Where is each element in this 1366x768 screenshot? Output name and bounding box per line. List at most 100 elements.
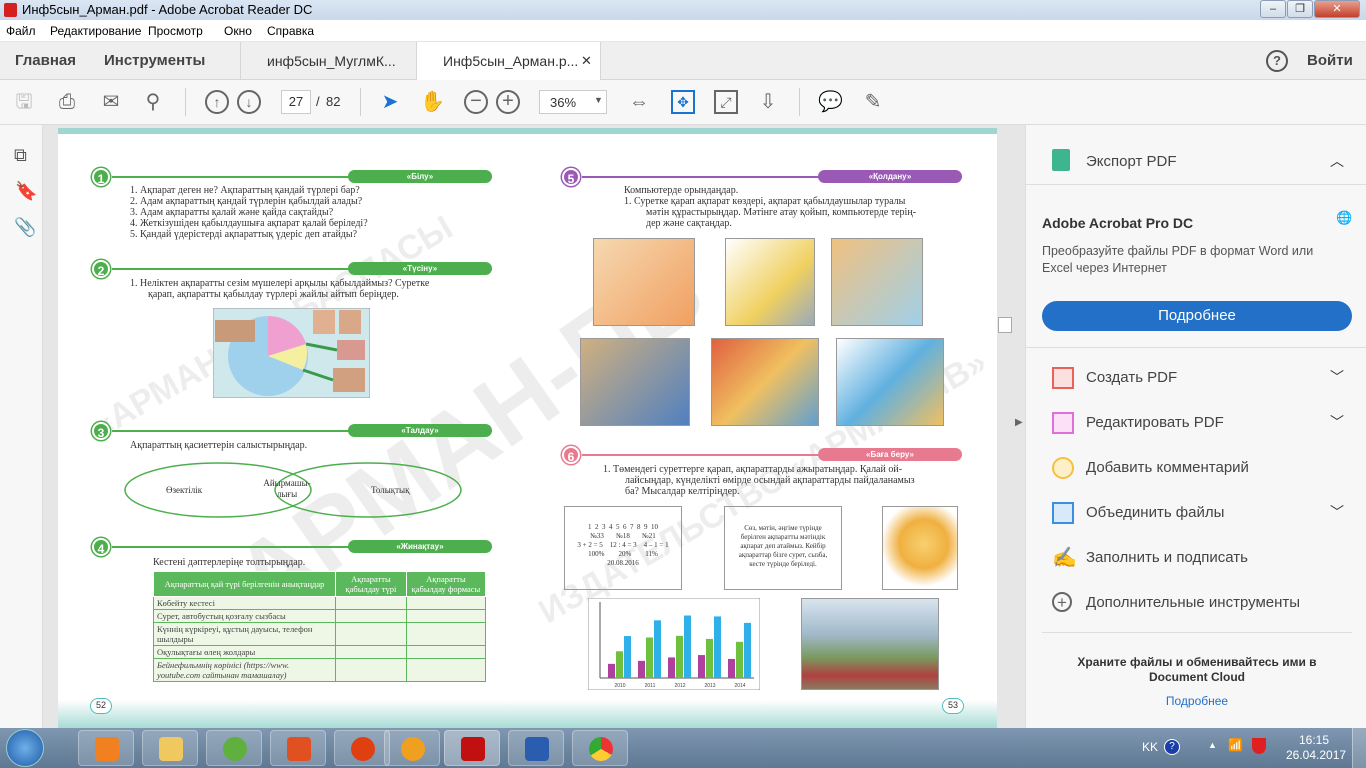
maximize-button[interactable]: ❐ <box>1287 0 1313 18</box>
chevron-up-icon[interactable]: ︿ <box>1330 151 1344 171</box>
tab-tools[interactable]: Инструменты <box>104 52 205 69</box>
zoom-in-icon[interactable]: + <box>496 90 520 114</box>
sign-in-button[interactable]: Войти <box>1307 52 1353 69</box>
language-help-icon[interactable]: ? <box>1164 739 1180 755</box>
tab-document-2-label: Инф5сын_Арман.р... <box>443 53 579 69</box>
question-text: 1. Төмендегі суреттерге қарап, ақпаратта… <box>603 464 915 497</box>
document-cloud-promo: Храните файлы и обменивайтесь ими в Docum… <box>1077 655 1317 684</box>
language-indicator[interactable]: KK <box>1142 740 1158 754</box>
bookmark-icon[interactable]: 🔖 <box>15 181 37 202</box>
venn-left-label: Өзектілік <box>166 485 203 495</box>
next-page-icon[interactable]: ↓ <box>237 90 261 114</box>
page-top-strip <box>58 128 997 134</box>
section-number-1: 1 <box>92 168 110 186</box>
full-screen-icon[interactable]: ⤢ <box>714 90 738 114</box>
page-thumbnails-icon[interactable]: ⧉ <box>14 145 27 166</box>
select-cursor-icon[interactable]: ➤ <box>378 90 402 114</box>
vertical-scrollbar[interactable] <box>997 125 1013 728</box>
chart-x-tick-label: 2011 <box>645 683 656 689</box>
chart-x-tick-label: 2010 <box>614 683 625 689</box>
section-tag: «Баға беру» <box>818 448 962 461</box>
section-number-2: 2 <box>92 260 110 278</box>
chevron-down-icon: ﹀ <box>1330 369 1344 385</box>
zoom-out-icon[interactable]: − <box>464 90 488 114</box>
page-bottom-strip <box>58 700 997 728</box>
scrollbar-thumb[interactable] <box>998 317 1012 333</box>
divider <box>1026 184 1366 185</box>
page-number-right: 53 <box>942 698 964 714</box>
taskbar-media-app[interactable] <box>334 730 390 766</box>
taskbar-chrome[interactable] <box>572 730 628 766</box>
tab-document-2[interactable]: Инф5сын_Арман.р... ✕ <box>416 42 601 81</box>
chart-bar <box>676 635 683 678</box>
menu-window[interactable]: Окно <box>224 24 252 38</box>
show-hidden-icons[interactable]: ▲ <box>1208 740 1217 750</box>
tab-home[interactable]: Главная <box>15 52 76 69</box>
chart-bar <box>728 658 735 678</box>
previous-page-icon[interactable]: ↑ <box>205 90 229 114</box>
chevron-down-icon: ﹀ <box>1330 414 1344 430</box>
divider <box>1042 632 1352 633</box>
taskbar-presentation[interactable] <box>270 730 326 766</box>
network-signal-icon[interactable]: 📶 <box>1228 738 1243 752</box>
edit-pdf-icon <box>1052 412 1074 434</box>
table-row: Сурет, автобустың қозғалу сызбасы <box>153 609 487 623</box>
picture-children-laptop <box>831 238 923 326</box>
attachment-icon[interactable]: 📎 <box>14 217 36 238</box>
menu-view[interactable]: Просмотр <box>148 24 203 38</box>
tab-document-1[interactable]: инф5сын_МуглмК... <box>240 42 416 80</box>
email-icon[interactable]: ✉ <box>99 90 123 114</box>
table-row: Көбейту кестесі <box>153 596 487 610</box>
taskbar-word[interactable] <box>508 730 564 766</box>
zoom-select[interactable]: 36% ▼ <box>539 90 607 114</box>
print-icon[interactable]: ⎙ <box>55 90 79 114</box>
taskbar-acrobat-reader[interactable] <box>444 730 500 766</box>
fill-sign-pen-icon: ✍ <box>1052 547 1077 569</box>
start-button[interactable] <box>6 729 44 767</box>
learn-more-button[interactable]: Подробнее <box>1042 301 1352 331</box>
hand-tool-icon[interactable]: ✋ <box>420 90 445 114</box>
fit-width-icon[interactable]: ⇔ <box>627 90 651 114</box>
scrolling-mode-icon[interactable]: ⇩ <box>756 90 780 114</box>
help-icon[interactable]: ? <box>1266 50 1288 72</box>
export-pdf-icon <box>1052 149 1070 171</box>
tool-fill-sign[interactable]: ✍ Заполнить и подписать <box>1026 537 1366 581</box>
export-description: Преобразуйте файлы PDF в формат Word или… <box>1042 244 1314 275</box>
create-pdf-icon <box>1052 367 1074 389</box>
taskbar-media-player[interactable] <box>78 730 134 766</box>
menu-file[interactable]: Файл <box>6 24 36 38</box>
taskbar-explorer[interactable] <box>142 730 198 766</box>
tool-combine-files[interactable]: Объединить файлы ﹀ <box>1026 492 1366 536</box>
expand-right-pane-icon[interactable]: ▶ <box>1015 417 1023 428</box>
senses-pie-illustration <box>213 308 370 398</box>
text-example-box: Сөз, мәтін, әңгіме түрінде берілген ақпа… <box>724 506 842 590</box>
document-cloud-link[interactable]: Подробнее <box>1042 694 1352 708</box>
highlight-pen-icon[interactable]: ✎ <box>861 90 885 114</box>
show-desktop-button[interactable] <box>1352 728 1366 768</box>
windows-taskbar: KK ? ▲ 📶 16:15 26.04.2017 <box>0 728 1366 768</box>
zoom-value: 36% <box>550 95 577 110</box>
taskbar-utorrent[interactable] <box>206 730 262 766</box>
fit-page-icon[interactable]: ✥ <box>671 90 695 114</box>
tool-edit-pdf[interactable]: Редактировать PDF ﹀ <box>1026 402 1366 446</box>
tool-add-comment[interactable]: Добавить комментарий <box>1026 447 1366 491</box>
taskbar-mail-agent[interactable] <box>384 730 440 766</box>
document-viewport: АРМАН-ПВ «АРМАН-ПВ» БАСПАСЫ ИЗДАТЕЛЬСТВО… <box>43 125 1025 728</box>
page-number-input[interactable]: 27 <box>281 90 311 114</box>
tool-more-tools[interactable]: + Дополнительные инструменты <box>1026 582 1366 626</box>
minimize-button[interactable]: – <box>1260 0 1286 18</box>
close-window-button[interactable]: ✕ <box>1314 0 1360 18</box>
chart-bar <box>654 620 661 678</box>
menu-edit[interactable]: Редактирование <box>50 24 141 38</box>
search-icon[interactable]: ⚲ <box>141 90 165 114</box>
security-shield-icon[interactable] <box>1252 738 1266 754</box>
comment-icon[interactable]: 💬 <box>818 90 843 114</box>
tool-create-pdf[interactable]: Создать PDF ﹀ <box>1026 357 1366 401</box>
close-tab-icon[interactable]: ✕ <box>581 53 592 69</box>
save-icon[interactable]: 🖫 <box>12 90 36 114</box>
export-pdf-header[interactable]: Экспорт PDF ︿ <box>1026 139 1366 183</box>
clock-date[interactable]: 26.04.2017 <box>1286 748 1346 762</box>
clock-time[interactable]: 16:15 <box>1299 733 1329 747</box>
menu-help[interactable]: Справка <box>267 24 314 38</box>
chart-bar <box>608 663 615 678</box>
